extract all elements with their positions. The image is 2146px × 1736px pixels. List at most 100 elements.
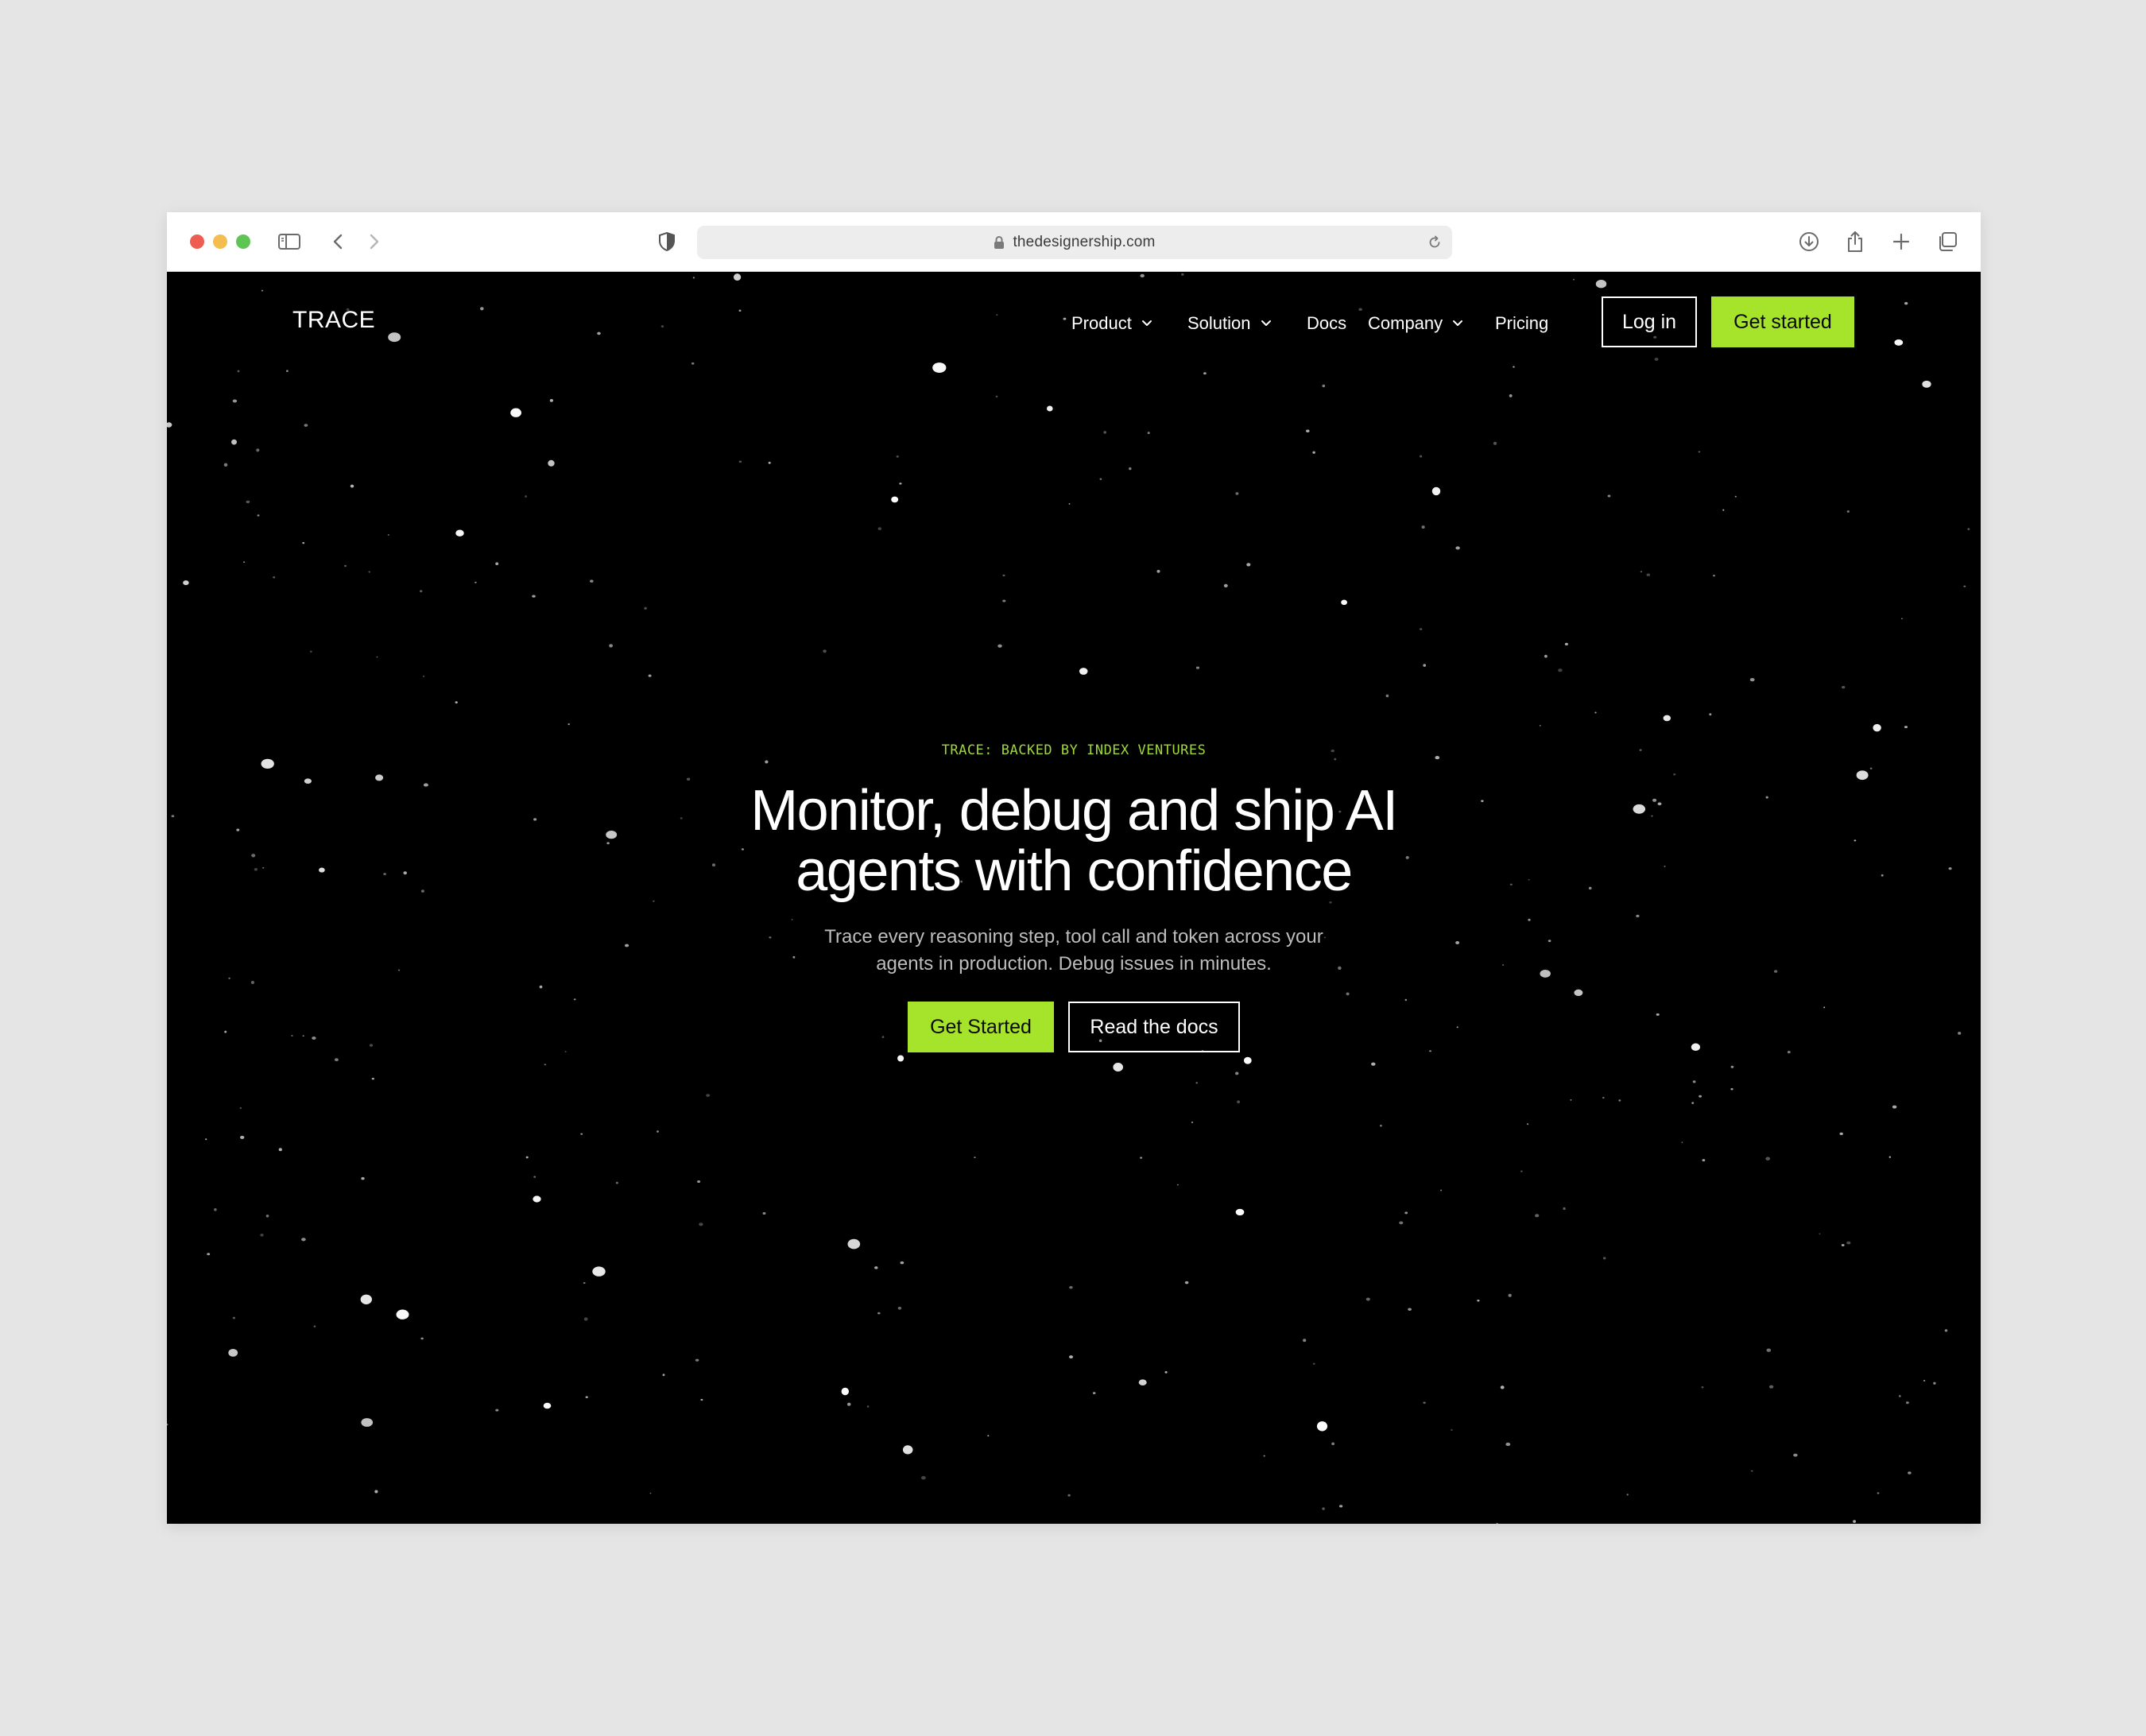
star [228, 1348, 238, 1357]
star [1303, 1339, 1307, 1343]
star [1147, 432, 1150, 435]
star [167, 1424, 169, 1426]
star [423, 783, 428, 787]
hero-get-started-button[interactable]: Get Started [908, 1002, 1054, 1052]
star [205, 1138, 207, 1141]
star [1047, 405, 1053, 412]
minimize-window-button[interactable] [213, 234, 227, 249]
nav-docs[interactable]: Docs [1307, 313, 1346, 334]
reload-icon[interactable] [1427, 234, 1443, 250]
star [1766, 1348, 1772, 1352]
shield-icon[interactable] [652, 227, 682, 257]
star [1312, 451, 1315, 454]
star [1787, 1050, 1791, 1054]
star [1823, 1006, 1826, 1009]
get-started-nav-button[interactable]: Get started [1711, 296, 1854, 347]
star [1113, 1062, 1123, 1072]
star [1002, 599, 1006, 603]
landing-page: TRACE Product Solution Docs Company Pric… [167, 272, 1981, 1524]
hero-subheading: Trace every reasoning step, tool call an… [796, 924, 1352, 978]
star [1399, 1221, 1404, 1225]
star [301, 1238, 306, 1242]
star [539, 985, 543, 989]
star [1404, 998, 1408, 1002]
star [1699, 1095, 1702, 1098]
nav-company[interactable]: Company [1368, 313, 1463, 334]
tabs-overview-icon[interactable] [1932, 227, 1962, 257]
zoom-window-button[interactable] [236, 234, 250, 249]
star [334, 1058, 339, 1062]
star [644, 606, 647, 610]
star [1564, 642, 1568, 646]
star [1502, 964, 1505, 966]
star [224, 1030, 227, 1033]
star [573, 998, 576, 1001]
nav-pricing[interactable]: Pricing [1495, 313, 1548, 334]
sidebar-icon[interactable] [274, 227, 304, 257]
star [1140, 273, 1145, 278]
download-icon[interactable] [1794, 227, 1824, 257]
star [1563, 1207, 1566, 1211]
star [549, 399, 553, 402]
star [1129, 467, 1132, 471]
star [902, 1445, 913, 1455]
star [1773, 970, 1778, 973]
star [1734, 495, 1737, 498]
hero-subheading-line-1: Trace every reasoning step, tool call an… [824, 926, 1323, 947]
nav-docs-label: Docs [1307, 313, 1347, 333]
star [1103, 431, 1106, 434]
star [1195, 666, 1200, 669]
read-the-docs-button[interactable]: Read the docs [1068, 1002, 1240, 1052]
star [1846, 1241, 1851, 1245]
star [495, 562, 499, 566]
star [1709, 713, 1712, 716]
star [1793, 1453, 1798, 1457]
star [1322, 1507, 1325, 1510]
star [1069, 1286, 1073, 1289]
star [1819, 1233, 1821, 1235]
star [1334, 758, 1337, 761]
chevron-down-icon [1453, 320, 1463, 326]
star [583, 1317, 588, 1321]
forward-icon[interactable] [359, 227, 389, 257]
star [1681, 1141, 1683, 1144]
login-button[interactable]: Log in [1602, 296, 1697, 347]
star [1765, 1157, 1771, 1161]
address-bar[interactable]: thedesignership.com [697, 226, 1452, 259]
star [260, 1234, 264, 1237]
star [1607, 494, 1611, 498]
nav-solution[interactable]: Solution [1187, 313, 1272, 334]
screenshot-frame: thedesignership.com TRACE Product Soluti… [0, 0, 2146, 1736]
star [1602, 1257, 1606, 1260]
star [239, 1135, 245, 1139]
star [1306, 429, 1310, 433]
star [997, 644, 1002, 648]
star [1749, 677, 1755, 682]
star [1702, 1159, 1706, 1162]
star [1633, 804, 1646, 814]
browser-toolbar: thedesignership.com [167, 212, 1981, 272]
star [1544, 654, 1548, 658]
star [171, 815, 175, 818]
star [1408, 1308, 1412, 1312]
brand-logo[interactable]: TRACE [292, 307, 375, 334]
nav-product-label: Product [1071, 313, 1132, 333]
close-window-button[interactable] [190, 234, 204, 249]
star [1602, 1097, 1605, 1099]
star [1892, 1105, 1897, 1109]
star [1636, 914, 1640, 918]
back-icon[interactable] [323, 227, 353, 257]
star [1540, 969, 1551, 978]
hero-headline-line-2: agents with confidence [796, 839, 1353, 903]
star [881, 1036, 885, 1038]
star [1944, 1329, 1948, 1332]
star [1181, 273, 1184, 276]
star [302, 541, 305, 544]
star [1894, 339, 1904, 346]
share-icon[interactable] [1840, 227, 1870, 257]
nav-product[interactable]: Product [1071, 313, 1152, 334]
star [371, 1077, 374, 1080]
star [1933, 1381, 1936, 1385]
star [1842, 685, 1846, 689]
new-tab-icon[interactable] [1886, 227, 1916, 257]
